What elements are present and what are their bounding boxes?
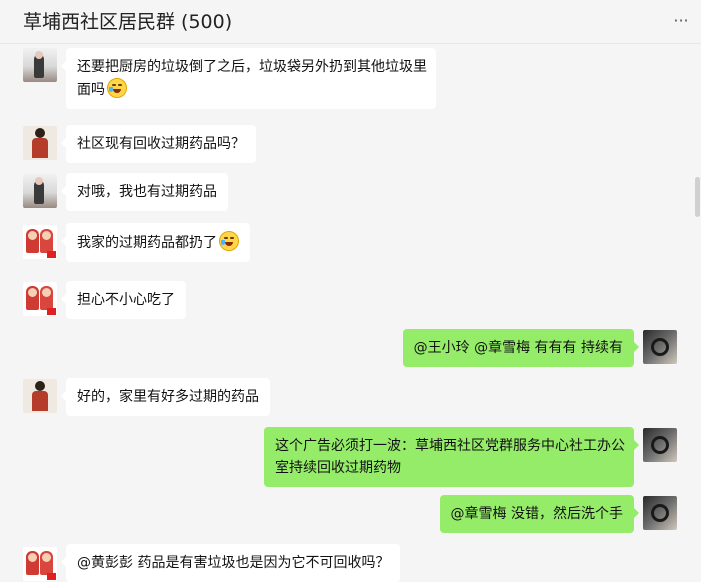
avatar[interactable] (23, 282, 57, 316)
avatar[interactable] (23, 126, 57, 160)
avatar[interactable] (643, 428, 677, 462)
message-bubble[interactable]: 还要把厨房的垃圾倒了之后，垃圾袋另外扔到其他垃圾里 面吗 (61, 48, 436, 109)
chat-title: 草埔西社区居民群 (500) (23, 11, 233, 33)
message-text-line: 室持续回收过期药物 (275, 460, 401, 476)
avatar[interactable] (23, 547, 57, 581)
message-bubble[interactable]: 我家的过期药品都扔了 (61, 223, 250, 262)
message-text-line: 还要把厨房的垃圾倒了之后，垃圾袋另外扔到其他垃圾里 (77, 59, 427, 75)
message-bubble[interactable]: 这个广告必须打一波：草埔西社区党群服务中心社工办公 室持续回收过期药物 (264, 427, 639, 487)
avatar[interactable] (23, 379, 57, 413)
message-text: 面吗 (77, 82, 105, 98)
message-bubble[interactable]: 好的，家里有好多过期的药品 (61, 378, 270, 416)
message-text: 我家的过期药品都扔了 (77, 235, 217, 251)
chat-header: 草埔西社区居民群 (500) ··· (0, 0, 701, 44)
message-bubble[interactable]: @章雪梅 没错，然后洗个手 (439, 495, 640, 533)
message-bubble[interactable]: @黄彭彭 药品是有害垃圾也是因为它不可回收吗？ (60, 544, 401, 582)
message-bubble[interactable]: 社区现有回收过期药品吗？ (61, 125, 256, 163)
avatar[interactable] (643, 496, 677, 530)
more-options-button[interactable]: ··· (671, 12, 691, 32)
message-bubble[interactable]: @王小玲 @章雪梅 有有有 持续有 (402, 329, 640, 367)
avatar[interactable] (23, 225, 57, 259)
message-bubble[interactable]: 对哦，我也有过期药品 (61, 173, 228, 211)
message-list[interactable]: 还要把厨房的垃圾倒了之后，垃圾袋另外扔到其他垃圾里 面吗 社区现有回收过期药品吗… (0, 45, 701, 582)
laughing-tears-emoji-icon (107, 78, 127, 98)
crying-emoji-icon (219, 231, 239, 251)
message-bubble[interactable]: 担心不小心吃了 (61, 281, 186, 319)
avatar[interactable] (23, 174, 57, 208)
avatar[interactable] (23, 48, 57, 82)
message-text-line: 这个广告必须打一波：草埔西社区党群服务中心社工办公 (275, 438, 625, 454)
scrollbar[interactable] (695, 177, 700, 217)
avatar[interactable] (643, 330, 677, 364)
message-text-line-2: 面吗 (77, 78, 425, 101)
